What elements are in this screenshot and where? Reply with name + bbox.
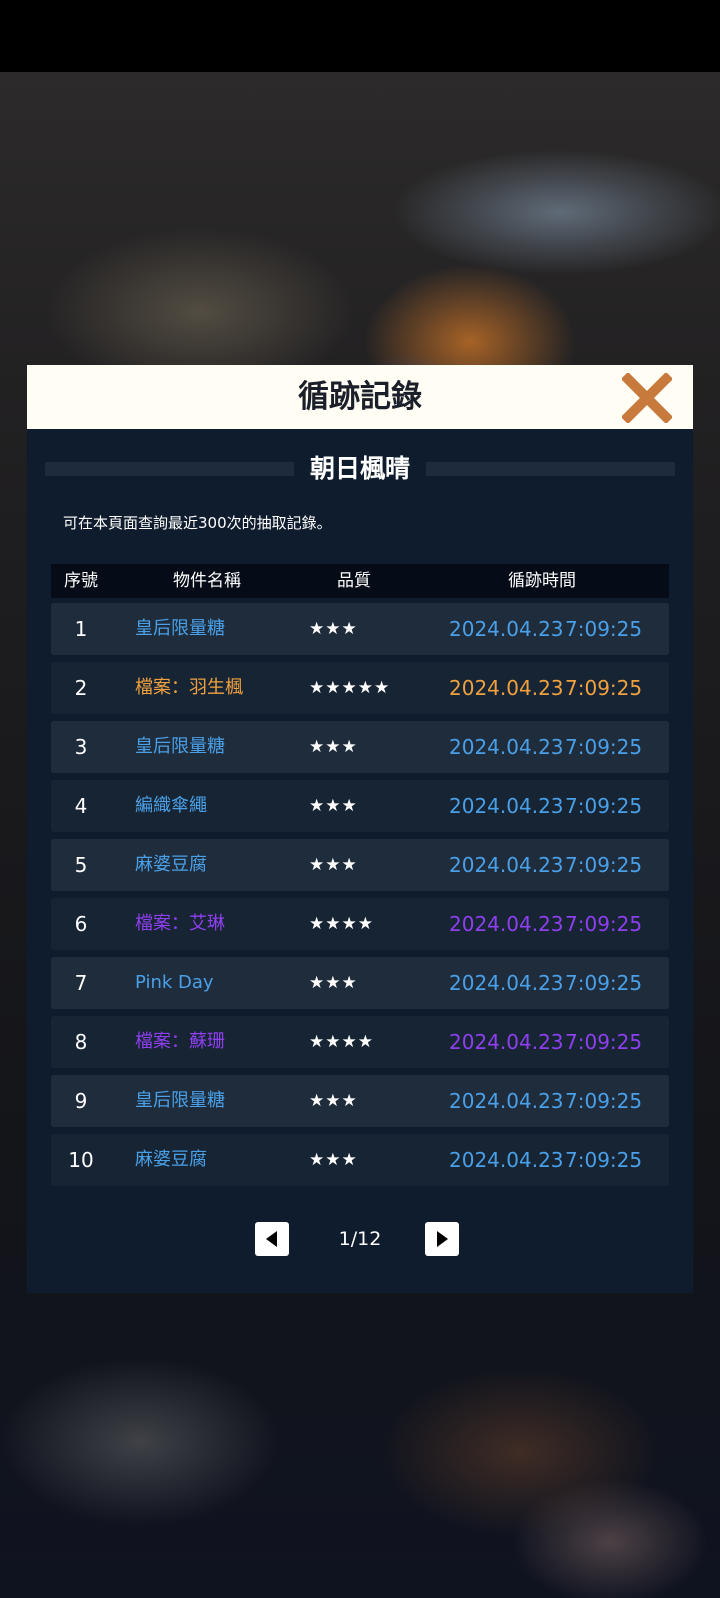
record-date: 2024.04.23 — [449, 1148, 564, 1172]
record-quality-stars: ★★★★ — [309, 914, 374, 934]
record-item-name: 皇后限量糖 — [135, 736, 225, 757]
record-index: 10 — [68, 1148, 94, 1172]
history-dialog: 循跡記錄 朝日楓晴 可在本頁面查詢最近300次的抽取記錄。 序號 物件名稱 品質… — [27, 365, 693, 1293]
close-x-icon — [620, 371, 674, 425]
record-index: 8 — [74, 1030, 88, 1054]
record-index: 6 — [74, 912, 88, 936]
record-index: 1 — [74, 617, 88, 641]
record-date: 2024.04.23 — [449, 853, 564, 877]
info-note: 可在本頁面查詢最近300次的抽取記錄。 — [63, 514, 332, 532]
record-quality-stars: ★★★ — [309, 619, 358, 639]
record-item-name: 麻婆豆腐 — [135, 1149, 207, 1170]
record-time: 7:09:25 — [565, 853, 643, 877]
record-item-name: 皇后限量糖 — [135, 1090, 225, 1111]
record-row: 2 檔案：羽生楓 ★★★★★ 2024.04.23 7:09:25 — [51, 662, 669, 714]
record-date: 2024.04.23 — [449, 617, 564, 641]
record-quality-stars: ★★★ — [309, 1150, 358, 1170]
record-row: 4 編織傘繩 ★★★ 2024.04.23 7:09:25 — [51, 780, 669, 832]
record-item-name: 編織傘繩 — [135, 795, 207, 816]
page-indicator: 1/12 — [338, 1228, 382, 1250]
next-page-button[interactable] — [425, 1222, 459, 1256]
record-quality-stars: ★★★★ — [309, 1032, 374, 1052]
status-bar — [0, 0, 720, 72]
dialog-title: 循跡記錄 — [298, 379, 422, 415]
record-date: 2024.04.23 — [449, 1030, 564, 1054]
record-time: 7:09:25 — [565, 617, 643, 641]
record-time: 7:09:25 — [565, 1148, 643, 1172]
record-index: 2 — [74, 676, 88, 700]
record-quality-stars: ★★★ — [309, 1091, 358, 1111]
table-header: 序號 物件名稱 品質 循跡時間 — [51, 564, 669, 598]
column-header-name: 物件名稱 — [173, 571, 241, 591]
record-quality-stars: ★★★ — [309, 737, 358, 757]
character-name: 朝日楓晴 — [27, 449, 693, 489]
record-item-name: 檔案：蘇珊 — [135, 1031, 225, 1052]
column-header-quality: 品質 — [337, 571, 371, 591]
record-row: 8 檔案：蘇珊 ★★★★ 2024.04.23 7:09:25 — [51, 1016, 669, 1068]
record-row: 10 麻婆豆腐 ★★★ 2024.04.23 7:09:25 — [51, 1134, 669, 1186]
record-row: 3 皇后限量糖 ★★★ 2024.04.23 7:09:25 — [51, 721, 669, 773]
record-index: 9 — [74, 1089, 88, 1113]
dialog-header: 循跡記錄 — [27, 365, 693, 429]
triangle-right-icon — [437, 1231, 448, 1247]
record-time: 7:09:25 — [565, 1089, 643, 1113]
record-quality-stars: ★★★ — [309, 973, 358, 993]
record-index: 3 — [74, 735, 88, 759]
triangle-left-icon — [266, 1231, 277, 1247]
record-time: 7:09:25 — [565, 971, 643, 995]
record-item-name: 麻婆豆腐 — [135, 854, 207, 875]
record-quality-stars: ★★★ — [309, 855, 358, 875]
record-index: 4 — [74, 794, 88, 818]
record-time: 7:09:25 — [565, 1030, 643, 1054]
record-item-name: 檔案：羽生楓 — [135, 677, 243, 698]
close-button[interactable] — [620, 371, 674, 425]
column-header-time: 循跡時間 — [508, 571, 576, 591]
record-time: 7:09:25 — [565, 735, 643, 759]
record-item-name: Pink Day — [135, 972, 214, 993]
record-quality-stars: ★★★ — [309, 796, 358, 816]
prev-page-button[interactable] — [255, 1222, 289, 1256]
record-time: 7:09:25 — [565, 912, 643, 936]
character-name-text: 朝日楓晴 — [293, 454, 426, 483]
record-quality-stars: ★★★★★ — [309, 678, 391, 698]
record-row: 5 麻婆豆腐 ★★★ 2024.04.23 7:09:25 — [51, 839, 669, 891]
record-date: 2024.04.23 — [449, 735, 564, 759]
record-row: 1 皇后限量糖 ★★★ 2024.04.23 7:09:25 — [51, 603, 669, 655]
record-item-name: 皇后限量糖 — [135, 618, 225, 639]
record-row: 7 Pink Day ★★★ 2024.04.23 7:09:25 — [51, 957, 669, 1009]
record-index: 5 — [74, 853, 88, 877]
record-index: 7 — [74, 971, 88, 995]
record-date: 2024.04.23 — [449, 676, 564, 700]
column-header-index: 序號 — [64, 571, 98, 591]
record-row: 6 檔案：艾琳 ★★★★ 2024.04.23 7:09:25 — [51, 898, 669, 950]
record-item-name: 檔案：艾琳 — [135, 913, 225, 934]
record-time: 7:09:25 — [565, 676, 643, 700]
record-row: 9 皇后限量糖 ★★★ 2024.04.23 7:09:25 — [51, 1075, 669, 1127]
record-date: 2024.04.23 — [449, 794, 564, 818]
record-date: 2024.04.23 — [449, 971, 564, 995]
record-date: 2024.04.23 — [449, 912, 564, 936]
record-time: 7:09:25 — [565, 794, 643, 818]
record-date: 2024.04.23 — [449, 1089, 564, 1113]
